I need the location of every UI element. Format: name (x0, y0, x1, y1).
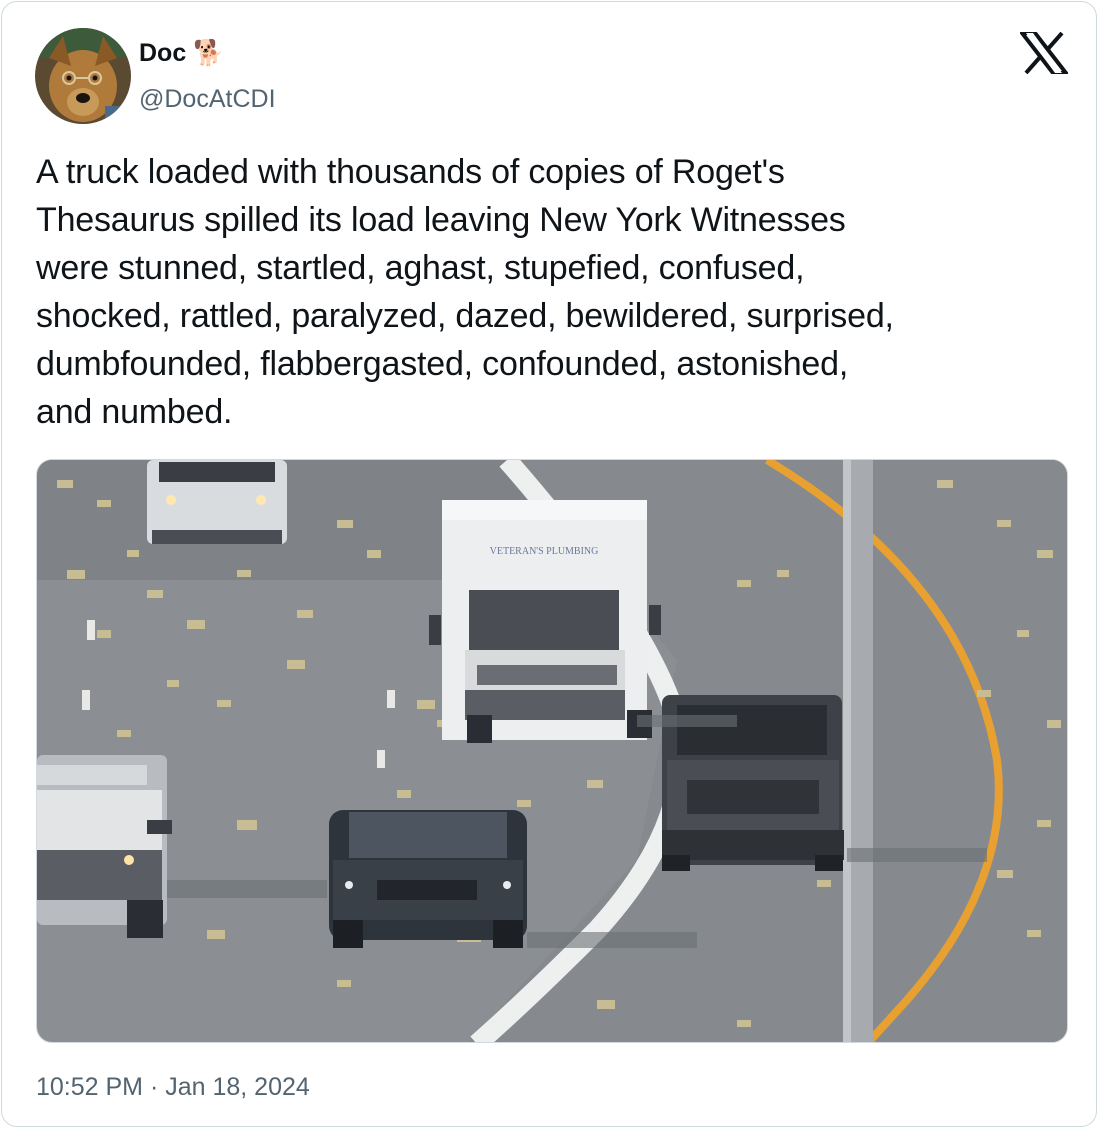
tweet-card: Doc 🐕 @DocAtCDI A truck loaded with thou… (1, 1, 1097, 1127)
author-name[interactable]: Doc 🐕 (139, 38, 224, 68)
author-handle[interactable]: @DocAtCDI (139, 84, 276, 114)
tweet-text: A truck loaded with thousands of copies … (36, 153, 894, 431)
tweet-media-photo[interactable]: VETERAN'S PLUMBING (36, 459, 1068, 1043)
x-logo-icon[interactable] (1017, 31, 1071, 75)
tweet-timestamp[interactable]: 10:52 PM · Jan 18, 2024 (36, 1070, 310, 1104)
truck-sign-text: VETERAN'S PLUMBING (490, 546, 599, 557)
avatar[interactable] (35, 28, 131, 124)
